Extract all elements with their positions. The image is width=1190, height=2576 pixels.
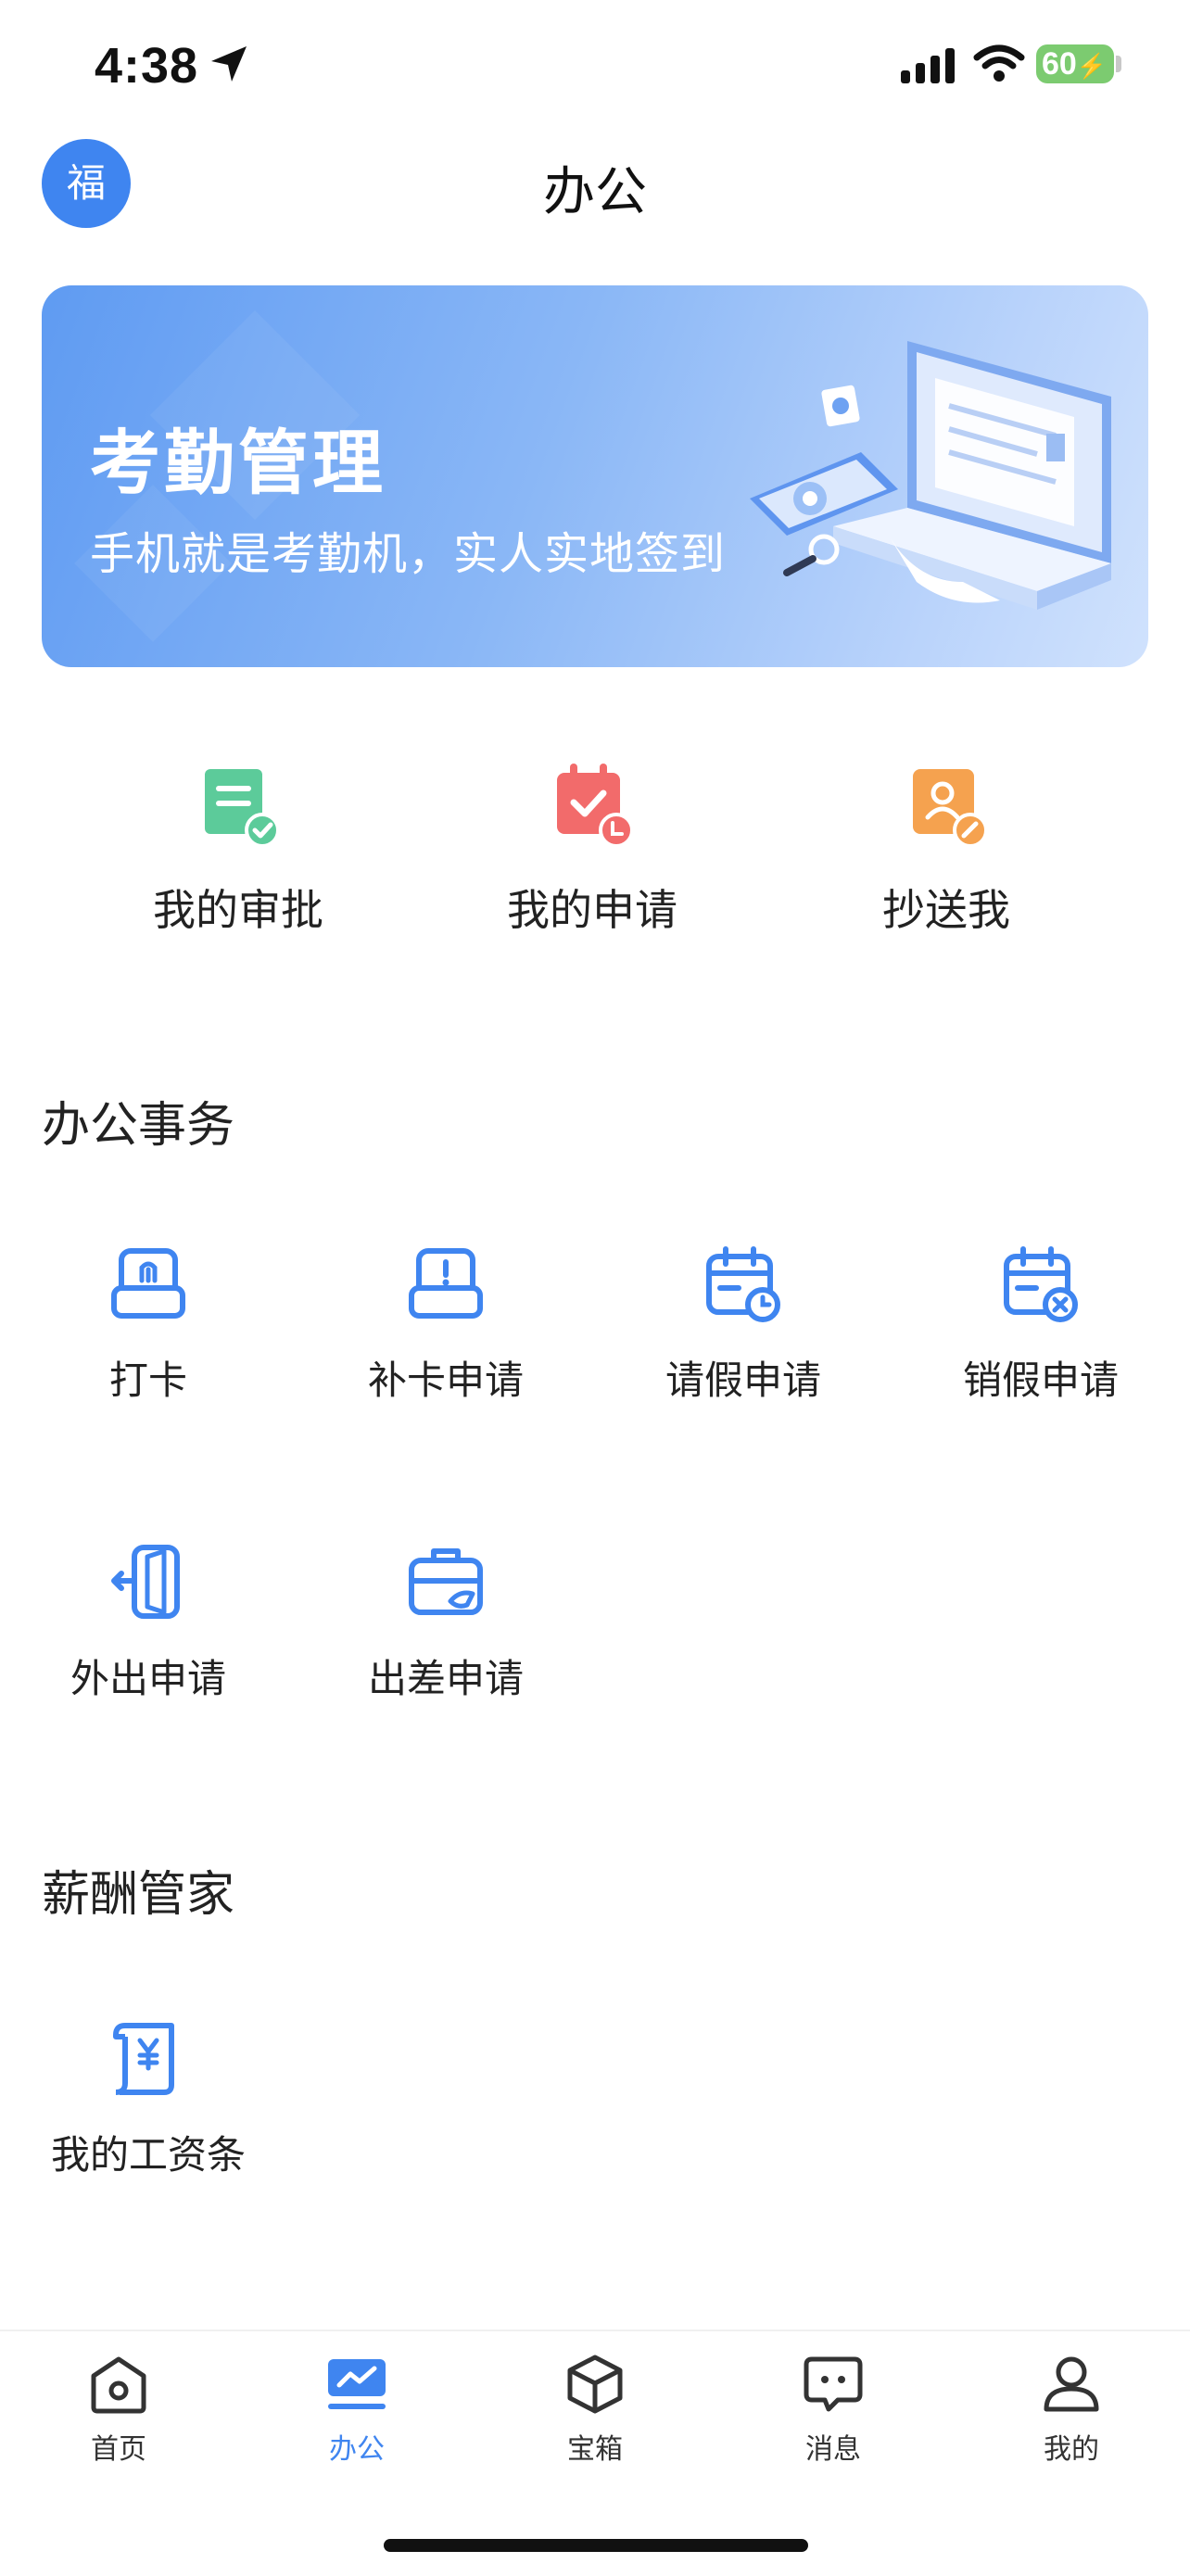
office-chart-icon: [328, 2359, 386, 2409]
office-item-label: 请假申请: [665, 1357, 821, 1403]
tab-label: 消息: [805, 2433, 861, 2466]
message-icon: [804, 2356, 863, 2412]
signal-icon: [901, 48, 955, 83]
tab-label: 我的: [1044, 2433, 1099, 2466]
office-item-label: 销假申请: [962, 1357, 1119, 1403]
status-time: 4:38: [95, 38, 199, 94]
salary-item-payslip[interactable]: 我的工资条: [9, 2016, 287, 2180]
profile-icon: [1044, 2356, 1099, 2412]
tab-label: 宝箱: [567, 2433, 623, 2466]
office-item-business-trip[interactable]: 出差申请: [307, 1540, 585, 1704]
battery-indicator: 60⚡: [1036, 44, 1114, 83]
office-item-label: 出差申请: [367, 1656, 524, 1701]
quick-action-my-application[interactable]: 我的申请: [416, 756, 768, 938]
quick-action-label: 我的审批: [153, 885, 323, 935]
quick-action-label: 我的申请: [507, 885, 677, 935]
wifi-icon: [973, 44, 1025, 82]
banner-subtitle: 手机就是考勤机，实人实地签到: [90, 528, 727, 580]
office-item-cancel-leave[interactable]: 销假申请: [902, 1242, 1180, 1406]
business-trip-briefcase-icon: [409, 1548, 483, 1615]
office-item-label: 外出申请: [70, 1656, 226, 1701]
page-title: 办公: [543, 162, 647, 222]
application-calendar-icon: [557, 764, 634, 848]
payslip-scroll-icon: [113, 2023, 174, 2095]
quick-action-label: 抄送我: [882, 885, 1010, 935]
location-arrow-icon: [211, 46, 247, 82]
office-item-label: 补卡申请: [367, 1357, 524, 1403]
box-icon: [567, 2355, 623, 2414]
quick-action-cc-me[interactable]: 抄送我: [770, 756, 1122, 938]
laptop-illustration-icon: [750, 341, 1111, 610]
home-icon: [91, 2356, 146, 2414]
makeup-clock-icon: [409, 1248, 483, 1319]
attendance-banner[interactable]: 考勤管理 手机就是考勤机，实人实地签到: [42, 285, 1148, 667]
tab-label: 首页: [91, 2433, 146, 2466]
tab-label: 办公: [329, 2433, 385, 2466]
quick-action-my-approval[interactable]: 我的审批: [62, 756, 414, 938]
office-item-go-out[interactable]: 外出申请: [9, 1540, 287, 1704]
salary-item-label: 我的工资条: [50, 2132, 246, 2178]
battery-tip: [1116, 56, 1121, 72]
banner-title: 考勤管理: [90, 422, 386, 504]
tab-home[interactable]: 首页: [26, 2354, 211, 2467]
tab-me[interactable]: 我的: [979, 2354, 1164, 2467]
section-title-salary: 薪酬管家: [42, 1867, 235, 1923]
tab-box[interactable]: 宝箱: [502, 2354, 688, 2467]
office-item-leave[interactable]: 请假申请: [604, 1242, 882, 1406]
leave-calendar-icon: [706, 1246, 780, 1322]
office-item-makeup-clock[interactable]: 补卡申请: [307, 1242, 585, 1406]
tab-office[interactable]: 办公: [264, 2354, 449, 2467]
office-item-clock-in[interactable]: 打卡: [9, 1242, 287, 1406]
section-title-office: 办公事务: [42, 1098, 235, 1154]
home-indicator: [384, 2539, 808, 2552]
approval-doc-icon: [205, 769, 280, 848]
fingerprint-clock-icon: [111, 1248, 185, 1319]
tab-messages[interactable]: 消息: [741, 2354, 926, 2467]
go-out-door-icon: [111, 1545, 180, 1619]
office-item-label: 打卡: [108, 1357, 187, 1403]
cc-person-icon: [913, 769, 988, 848]
cancel-leave-calendar-icon: [1004, 1246, 1078, 1322]
